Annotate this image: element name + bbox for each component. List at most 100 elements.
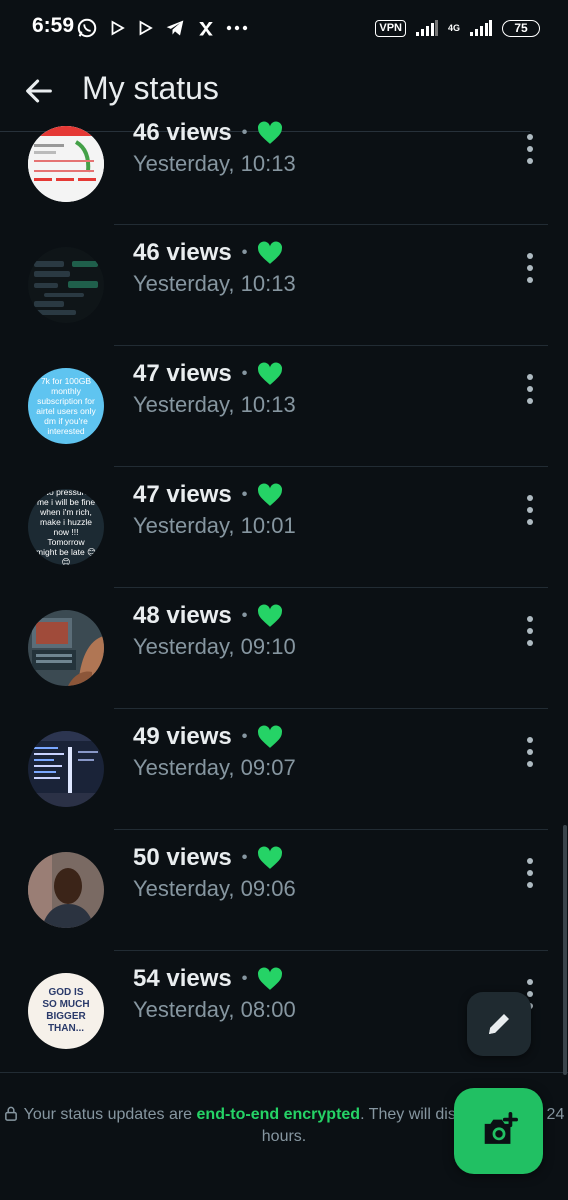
chat-screenshot-thumbnail bbox=[28, 247, 104, 323]
app-toolbar: My status bbox=[0, 56, 568, 132]
status-thumbnail[interactable] bbox=[28, 610, 104, 686]
network-type: 4G bbox=[447, 23, 460, 33]
status-text-preview: GOD IS SO MUCH BIGGER THAN... bbox=[42, 987, 90, 1034]
status-screen: 6:59 VPN 4G 75 My status 46 views • Yest… bbox=[0, 0, 568, 1200]
laptop-photo-thumbnail bbox=[28, 610, 104, 686]
footer-divider bbox=[0, 1072, 568, 1073]
views-count: 46 views bbox=[133, 239, 232, 266]
heart-icon bbox=[258, 967, 283, 990]
status-thumbnail[interactable]: GOD IS SO MUCH BIGGER THAN... bbox=[28, 973, 104, 1049]
separator-dot: • bbox=[241, 124, 248, 141]
pencil-icon bbox=[489, 1014, 509, 1034]
views-count: 48 views bbox=[133, 602, 232, 629]
status-thumbnail[interactable]: No pressure me i will be fine when i'm r… bbox=[28, 489, 104, 565]
signal-icon bbox=[415, 20, 438, 36]
heart-icon bbox=[258, 725, 283, 748]
camera-status-button[interactable] bbox=[454, 1088, 543, 1174]
encryption-link[interactable]: end-to-end encrypted bbox=[197, 1106, 361, 1123]
status-time: Yesterday, 08:00 bbox=[133, 997, 296, 1022]
person-photo-thumbnail bbox=[28, 852, 104, 928]
app-icon bbox=[199, 22, 213, 36]
more-options-icon[interactable] bbox=[520, 616, 540, 646]
status-views: 49 views • bbox=[133, 723, 283, 751]
airtel-screenshot-thumbnail bbox=[28, 126, 104, 202]
status-time: Yesterday, 09:07 bbox=[133, 755, 296, 780]
heart-icon bbox=[258, 241, 283, 264]
heart-icon bbox=[258, 121, 283, 144]
separator-dot: • bbox=[241, 486, 248, 503]
views-count: 47 views bbox=[133, 360, 232, 387]
more-options-icon[interactable] bbox=[520, 134, 540, 164]
system-indicators: VPN 4G 75 bbox=[375, 14, 540, 42]
separator-dot: • bbox=[241, 244, 248, 261]
status-text-preview: 7k for 100GB monthly subscription for ai… bbox=[36, 376, 96, 436]
more-options-icon[interactable] bbox=[520, 374, 540, 404]
status-row[interactable]: 48 views • Yesterday, 09:10 bbox=[0, 588, 568, 709]
status-time: Yesterday, 09:10 bbox=[133, 634, 296, 659]
status-thumbnail[interactable] bbox=[28, 247, 104, 323]
views-count: 50 views bbox=[133, 844, 232, 871]
encryption-text-before: Your status updates are bbox=[23, 1106, 197, 1123]
vpn-badge: VPN bbox=[375, 19, 406, 37]
more-notifications-icon bbox=[226, 25, 248, 31]
more-options-icon[interactable] bbox=[520, 495, 540, 525]
heart-icon bbox=[258, 362, 283, 385]
clock: 6:59 bbox=[32, 14, 75, 37]
views-count: 46 views bbox=[133, 119, 232, 146]
status-list: 46 views • Yesterday, 10:13 46 views • Y… bbox=[0, 119, 568, 1072]
lock-icon bbox=[4, 1106, 17, 1121]
separator-dot: • bbox=[241, 365, 248, 382]
page-title: My status bbox=[82, 70, 219, 106]
status-views: 48 views • bbox=[133, 602, 283, 630]
status-thumbnail[interactable]: 7k for 100GB monthly subscription for ai… bbox=[28, 368, 104, 444]
heart-icon bbox=[258, 483, 283, 506]
status-views: 47 views • bbox=[133, 481, 283, 509]
status-row[interactable]: 46 views • Yesterday, 10:13 bbox=[0, 225, 568, 346]
status-views: 47 views • bbox=[133, 360, 283, 388]
signal-icon bbox=[470, 20, 492, 36]
status-views: 46 views • bbox=[133, 119, 283, 147]
more-options-icon[interactable] bbox=[520, 253, 540, 283]
notification-icons bbox=[76, 14, 248, 42]
status-text-preview: No pressure me i will be fine when i'm r… bbox=[36, 489, 96, 565]
status-views: 50 views • bbox=[133, 844, 283, 872]
separator-dot: • bbox=[241, 728, 248, 745]
more-options-icon[interactable] bbox=[520, 858, 540, 888]
status-views: 46 views • bbox=[133, 239, 283, 267]
views-count: 47 views bbox=[133, 481, 232, 508]
status-views: 54 views • bbox=[133, 965, 283, 993]
status-time: Yesterday, 09:06 bbox=[133, 876, 296, 901]
status-thumbnail[interactable] bbox=[28, 852, 104, 928]
whatsapp-icon bbox=[77, 18, 97, 38]
text-status-button[interactable] bbox=[467, 992, 531, 1056]
telegram-icon bbox=[166, 20, 184, 36]
more-options-icon[interactable] bbox=[520, 737, 540, 767]
status-time: Yesterday, 10:13 bbox=[133, 392, 296, 417]
scrollbar[interactable] bbox=[563, 825, 567, 1075]
status-row[interactable]: 50 views • Yesterday, 09:06 bbox=[0, 830, 568, 951]
back-arrow-icon[interactable] bbox=[22, 74, 56, 108]
status-time: Yesterday, 10:13 bbox=[133, 151, 296, 176]
status-thumbnail[interactable] bbox=[28, 126, 104, 202]
status-thumbnail[interactable] bbox=[28, 731, 104, 807]
status-time: Yesterday, 10:13 bbox=[133, 271, 296, 296]
separator-dot: • bbox=[241, 607, 248, 624]
status-time: Yesterday, 10:01 bbox=[133, 513, 296, 538]
status-row[interactable]: 7k for 100GB monthly subscription for ai… bbox=[0, 346, 568, 467]
system-status-bar: 6:59 VPN 4G 75 bbox=[0, 0, 568, 56]
views-count: 54 views bbox=[133, 965, 232, 992]
add-camera-icon bbox=[484, 1112, 518, 1144]
code-photo-thumbnail bbox=[28, 731, 104, 807]
battery-indicator: 75 bbox=[502, 19, 540, 37]
heart-icon bbox=[258, 846, 283, 869]
status-row[interactable]: 46 views • Yesterday, 10:13 bbox=[0, 119, 568, 225]
play-icon bbox=[139, 20, 153, 36]
separator-dot: • bbox=[241, 849, 248, 866]
separator-dot: • bbox=[241, 970, 248, 987]
status-row[interactable]: 49 views • Yesterday, 09:07 bbox=[0, 709, 568, 830]
network-indicator: 4G bbox=[448, 23, 460, 33]
play-icon bbox=[111, 20, 125, 36]
status-row[interactable]: No pressure me i will be fine when i'm r… bbox=[0, 467, 568, 588]
heart-icon bbox=[258, 604, 283, 627]
views-count: 49 views bbox=[133, 723, 232, 750]
